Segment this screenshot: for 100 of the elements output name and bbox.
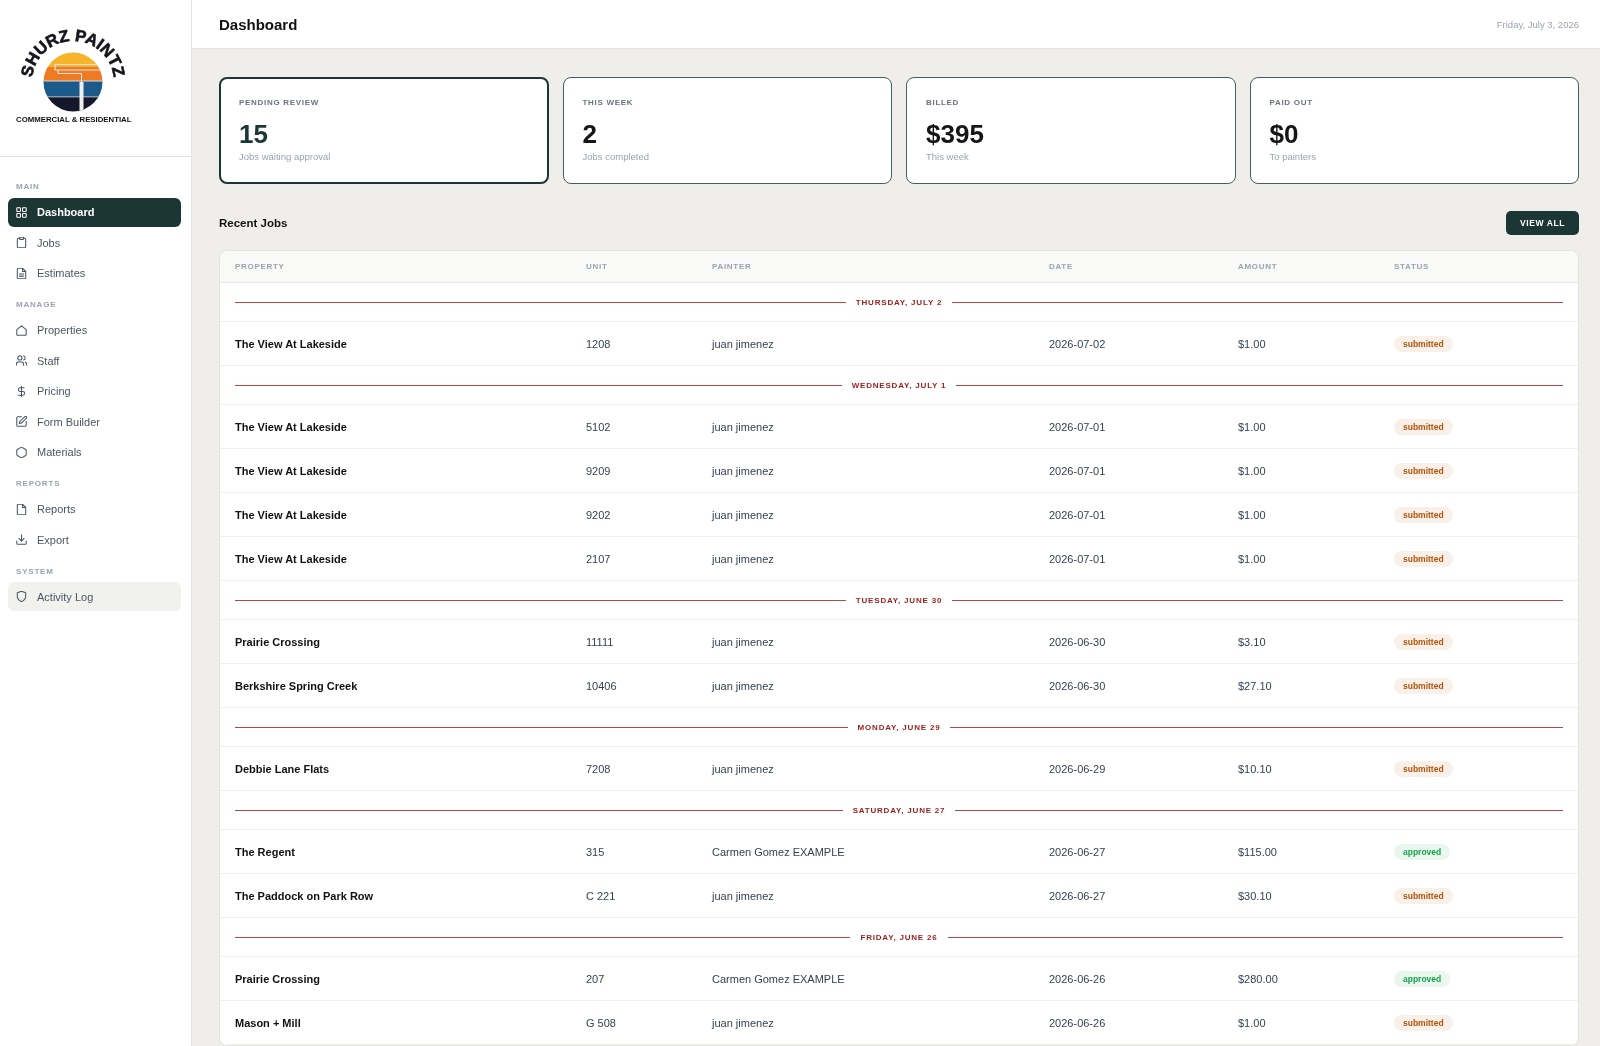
job-date: 2026-06-27 <box>1049 889 1107 902</box>
page-title: Dashboard <box>219 15 298 33</box>
painter-name: juan jimenez <box>712 552 775 565</box>
job-date: 2026-06-29 <box>1049 762 1107 775</box>
unit-number: C 221 <box>586 889 617 902</box>
nav-section-label: MAIN <box>15 181 41 193</box>
nav-section-label: MANAGE <box>15 299 58 311</box>
job-date: 2026-06-26 <box>1049 1016 1107 1029</box>
property-name: Debbie Lane Flats <box>235 762 331 775</box>
property-name: Prairie Crossing <box>235 972 321 985</box>
job-amount: $30.10 <box>1238 889 1273 902</box>
unit-number: 7208 <box>586 762 612 775</box>
nav-link[interactable]: Form Builder <box>8 407 181 436</box>
job-date: 2026-06-26 <box>1049 972 1107 985</box>
stat-caption: Jobs completed <box>582 151 651 163</box>
nav-section-label: SYSTEM <box>15 565 55 578</box>
date-group-label: MONDAY, JUNE 29 <box>856 722 942 732</box>
status-pill: approved <box>1394 970 1451 987</box>
property-name: The View At Lakeside <box>235 552 348 565</box>
date-group-label: WEDNESDAY, JULY 1 <box>850 380 948 390</box>
column-header: DATE <box>1049 262 1074 271</box>
date-group-label: FRIDAY, JUNE 26 <box>859 932 939 942</box>
job-date: 2026-07-01 <box>1049 420 1107 433</box>
job-date: 2026-07-02 <box>1049 337 1107 350</box>
unit-number: 1208 <box>586 337 612 350</box>
property-name: The View At Lakeside <box>235 508 348 521</box>
status-pill: submitted <box>1394 335 1453 352</box>
current-date: Friday, July 3, 2026 <box>1496 18 1579 30</box>
nav-link[interactable]: Staff <box>8 346 181 375</box>
document-icon <box>16 267 27 279</box>
nav-link[interactable]: Dashboard <box>8 197 181 227</box>
unit-number: 207 <box>586 972 606 985</box>
shield-icon <box>16 591 27 602</box>
nav-link[interactable]: Reports <box>8 494 181 524</box>
property-name: The View At Lakeside <box>235 337 348 350</box>
column-header: PAINTER <box>712 262 753 271</box>
job-amount: $1.00 <box>1238 464 1267 477</box>
painter-name: juan jimenez <box>712 1016 775 1029</box>
nav-link[interactable]: Properties <box>8 315 181 345</box>
date-group-label: THURSDAY, JULY 2 <box>854 297 944 307</box>
stat-label: BILLED <box>926 97 961 109</box>
view-all-button[interactable]: VIEW ALL <box>1506 211 1579 235</box>
column-header: AMOUNT <box>1238 262 1279 271</box>
status-pill: submitted <box>1394 633 1453 650</box>
pencil-square-icon <box>16 416 27 427</box>
job-date: 2026-06-30 <box>1049 679 1107 692</box>
nav-link[interactable]: Jobs <box>8 228 181 257</box>
date-group-label: SATURDAY, JUNE 27 <box>851 805 947 815</box>
job-amount: $27.10 <box>1238 679 1273 692</box>
nav-link[interactable]: Materials <box>8 437 181 467</box>
job-amount: $280.00 <box>1238 972 1279 985</box>
stat-caption: Jobs waiting approval <box>239 151 332 163</box>
nav-link[interactable]: Export <box>8 525 181 554</box>
stat-label: THIS WEEK <box>582 97 635 109</box>
file-icon <box>16 503 27 515</box>
job-date: 2026-07-01 <box>1049 508 1107 521</box>
stat-caption: This week <box>926 151 970 163</box>
job-date: 2026-07-01 <box>1049 464 1107 477</box>
property-name: Prairie Crossing <box>235 635 321 648</box>
property-name: Mason + Mill <box>235 1016 302 1029</box>
hexagon-icon <box>16 446 27 458</box>
status-pill: submitted <box>1394 550 1453 567</box>
painter-name: Carmen Gomez EXAMPLE <box>712 845 846 858</box>
unit-number: 9209 <box>586 464 612 477</box>
job-amount: $10.10 <box>1238 762 1273 775</box>
unit-number: 315 <box>586 845 606 858</box>
nav-link[interactable]: Activity Log <box>8 582 181 611</box>
dollar-icon <box>16 385 27 397</box>
nav-section-label: REPORTS <box>15 478 62 490</box>
grid-icon <box>16 206 27 218</box>
painter-name: Carmen Gomez EXAMPLE <box>712 972 846 985</box>
status-pill: submitted <box>1394 506 1453 523</box>
column-header: UNIT <box>586 262 609 271</box>
nav-link[interactable]: Pricing <box>8 376 181 406</box>
painter-name: juan jimenez <box>712 464 775 477</box>
stat-value: $0 <box>1269 119 1300 149</box>
unit-number: 2107 <box>586 552 612 565</box>
status-pill: submitted <box>1394 760 1453 777</box>
job-amount: $1.00 <box>1238 508 1267 521</box>
column-header: STATUS <box>1394 262 1430 271</box>
job-amount: $1.00 <box>1238 1016 1267 1029</box>
house-icon <box>16 324 27 336</box>
status-pill: submitted <box>1394 887 1453 904</box>
property-name: The View At Lakeside <box>235 420 348 433</box>
section-title: Recent Jobs <box>219 217 288 229</box>
painter-name: juan jimenez <box>712 762 775 775</box>
property-name: The Paddock on Park Row <box>235 889 375 902</box>
status-pill: approved <box>1394 843 1451 860</box>
property-name: Berkshire Spring Creek <box>235 679 359 692</box>
unit-number: 5102 <box>586 420 612 433</box>
status-pill: submitted <box>1394 1014 1453 1031</box>
painter-name: juan jimenez <box>712 635 775 648</box>
job-date: 2026-06-30 <box>1049 635 1107 648</box>
status-pill: submitted <box>1394 462 1453 479</box>
painter-name: juan jimenez <box>712 679 775 692</box>
unit-number: G 508 <box>586 1016 617 1029</box>
stat-caption: To painters <box>1269 151 1317 163</box>
status-pill: submitted <box>1394 418 1453 435</box>
stat-value: 2 <box>582 119 598 149</box>
nav-link[interactable]: Estimates <box>8 258 181 288</box>
